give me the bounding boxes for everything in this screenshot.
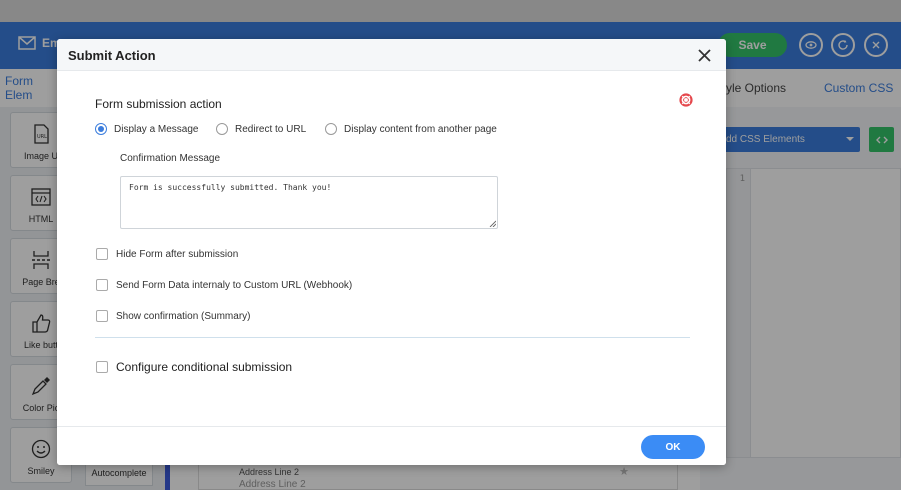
conditional-submission-checkbox[interactable]: Configure conditional submission bbox=[96, 360, 292, 374]
radio-display-message[interactable]: Display a Message bbox=[95, 123, 198, 135]
section-divider bbox=[95, 337, 690, 338]
ok-button[interactable]: OK bbox=[641, 435, 705, 459]
checkbox-label: Send Form Data internaly to Custom URL (… bbox=[116, 279, 353, 291]
dialog-footer: OK bbox=[57, 426, 726, 465]
radio-display-other-page[interactable]: Display content from another page bbox=[325, 123, 497, 135]
close-icon bbox=[697, 48, 711, 62]
radio-dot[interactable] bbox=[216, 123, 228, 135]
checkbox-label: Show confirmation (Summary) bbox=[116, 310, 251, 322]
radio-label: Display a Message bbox=[114, 123, 199, 135]
checkbox-label: Configure conditional submission bbox=[116, 360, 293, 374]
help-lifebuoy-icon[interactable] bbox=[679, 93, 693, 107]
dialog-header: Submit Action bbox=[57, 39, 726, 71]
radio-dot[interactable] bbox=[325, 123, 337, 135]
checkbox-box[interactable] bbox=[96, 361, 108, 373]
show-confirmation-checkbox[interactable]: Show confirmation (Summary) bbox=[96, 310, 250, 322]
confirmation-message-label: Confirmation Message bbox=[120, 153, 221, 164]
hide-form-checkbox[interactable]: Hide Form after submission bbox=[96, 248, 238, 260]
submit-action-dialog: Submit Action Form submission action Dis… bbox=[57, 39, 726, 465]
radio-label: Redirect to URL bbox=[235, 123, 307, 135]
checkbox-box[interactable] bbox=[96, 279, 108, 291]
webhook-checkbox[interactable]: Send Form Data internaly to Custom URL (… bbox=[96, 279, 352, 291]
checkbox-box[interactable] bbox=[96, 310, 108, 322]
radio-dot-selected[interactable] bbox=[95, 123, 107, 135]
dialog-title: Submit Action bbox=[68, 48, 156, 63]
checkbox-label: Hide Form after submission bbox=[116, 248, 239, 260]
section-title: Form submission action bbox=[95, 97, 222, 111]
resize-grip-icon[interactable] bbox=[489, 220, 496, 227]
confirmation-message-input[interactable]: Form is successfully submitted. Thank yo… bbox=[120, 176, 498, 229]
dialog-close-button[interactable] bbox=[693, 44, 715, 66]
radio-label: Display content from another page bbox=[344, 123, 497, 135]
radio-redirect-url[interactable]: Redirect to URL bbox=[216, 123, 306, 135]
checkbox-box[interactable] bbox=[96, 248, 108, 260]
